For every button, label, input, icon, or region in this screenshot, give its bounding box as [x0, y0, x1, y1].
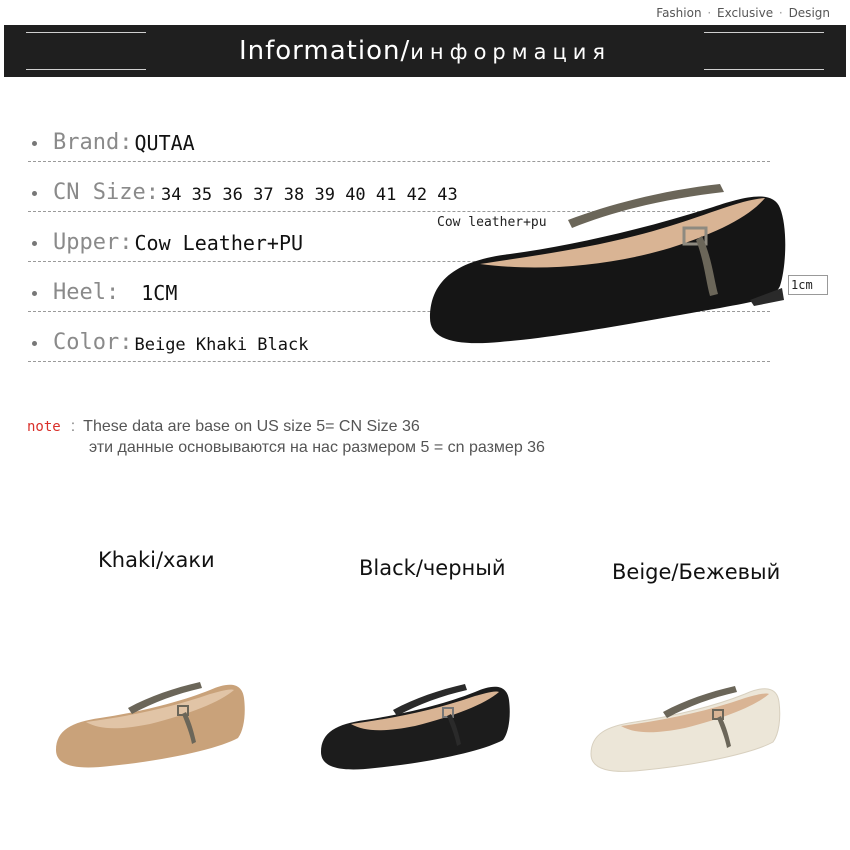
note-line-en: These data are base on US size 5= CN Siz…: [83, 418, 420, 435]
tagline-fashion: Fashion: [656, 6, 702, 20]
shoe-beige-image: [590, 686, 781, 772]
variant-caption-beige: Beige/Бежевый: [612, 560, 781, 584]
tagline-design: Design: [788, 6, 830, 20]
banner-title-en: Information/: [238, 36, 411, 66]
spec-value-brand: QUTAA: [134, 131, 195, 155]
bullet-icon: [32, 191, 37, 196]
spec-label-size: CN Size:: [53, 180, 159, 205]
spec-label-color: Color:: [53, 330, 133, 355]
spec-value-size: 34 35 36 37 38 39 40 41 42 43: [160, 185, 458, 205]
shoe-khaki-image: [56, 682, 245, 768]
spec-label-brand: Brand:: [53, 130, 133, 155]
bullet-icon: [32, 141, 37, 146]
bullet-icon: [32, 291, 37, 296]
note-label: note: [27, 419, 61, 435]
tagline: Fashion · Exclusive · Design: [656, 6, 830, 20]
spec-value-color: Beige Khaki Black: [134, 335, 309, 355]
size-note: note: These data are base on US size 5= C…: [27, 418, 545, 456]
note-line-ru: эти данные основываются на нас размером …: [89, 439, 545, 456]
variant-caption-khaki: Khaki/хаки: [98, 548, 215, 572]
info-banner: Information/информация: [4, 25, 846, 77]
spec-label-heel: Heel:: [53, 280, 120, 305]
heel-callout: 1cm: [791, 278, 813, 292]
variant-caption-black: Black/черный: [359, 556, 506, 580]
tagline-exclusive: Exclusive: [717, 6, 774, 20]
bullet-icon: [32, 341, 37, 346]
banner-title: Information/информация: [239, 36, 611, 66]
spec-value-heel: 1CM: [141, 281, 178, 305]
shoe-black-large-image: [430, 184, 786, 344]
material-callout: Cow leather+pu: [437, 215, 547, 230]
spec-row-brand: Brand: QUTAA: [28, 126, 770, 162]
spec-label-upper: Upper:: [53, 230, 133, 255]
shoe-black-image: [321, 684, 510, 770]
bullet-icon: [32, 241, 37, 246]
banner-title-ru: информация: [410, 40, 612, 64]
spec-value-upper: Cow Leather+PU: [134, 231, 304, 255]
